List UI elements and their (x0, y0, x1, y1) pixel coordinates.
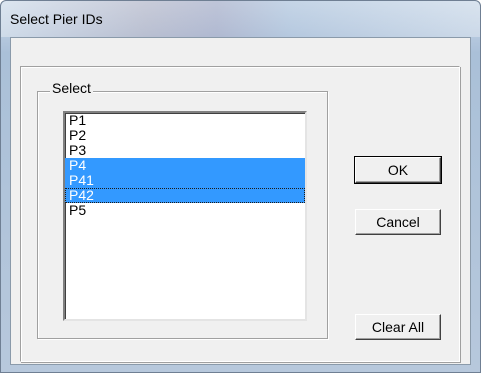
title-bar[interactable]: Select Pier IDs (1, 1, 480, 37)
list-item[interactable]: P4 (65, 158, 305, 173)
list-item[interactable]: P42 (65, 188, 305, 203)
list-item[interactable]: P3 (65, 143, 305, 158)
window-title: Select Pier IDs (10, 11, 103, 27)
cancel-button[interactable]: Cancel (355, 209, 441, 235)
clear-all-button[interactable]: Clear All (355, 314, 441, 340)
ok-button[interactable]: OK (354, 156, 442, 184)
groupbox-label: Select (50, 80, 93, 96)
list-item[interactable]: P2 (65, 128, 305, 143)
pier-id-listbox[interactable]: P1 P2 P3 P4 P41 P42 P5 (63, 111, 307, 321)
list-item[interactable]: P1 (65, 113, 305, 128)
list-item[interactable]: P5 (65, 203, 305, 218)
list-item[interactable]: P41 (65, 173, 305, 188)
